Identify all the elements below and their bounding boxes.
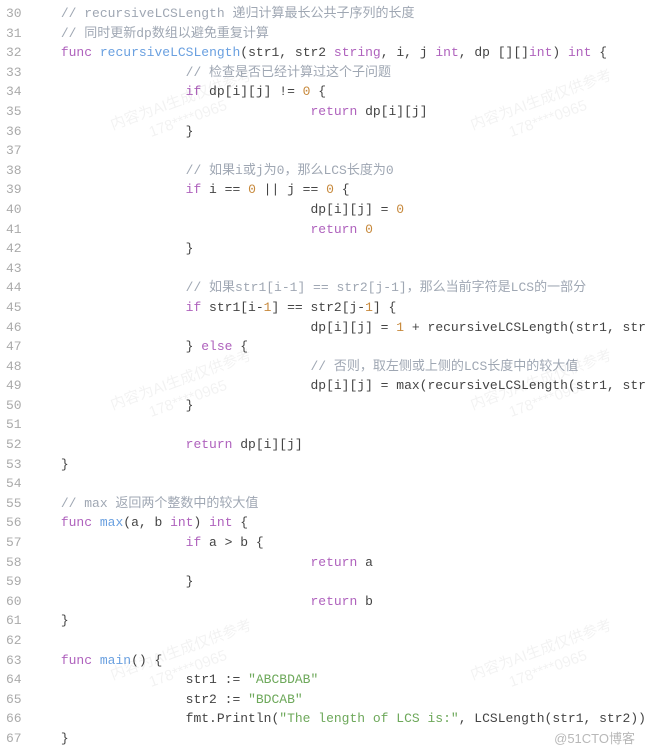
code-line: func max(a, b int) int { [30,513,645,533]
line-number: 62 [6,631,22,651]
line-number: 59 [6,572,22,592]
line-number: 45 [6,298,22,318]
line-number: 37 [6,141,22,161]
line-number: 54 [6,474,22,494]
code-line [30,631,645,651]
footer-watermark: @51CTO博客 [554,729,635,749]
code-line: } [30,611,645,631]
code-line: } [30,455,645,475]
code-line: return 0 [30,220,645,240]
code-content: // recursiveLCSLength 递归计算最长公共子序列的长度 // … [30,0,645,753]
line-number: 52 [6,435,22,455]
line-number: 61 [6,611,22,631]
code-line: dp[i][j] = max(recursiveLCSLength(str1, … [30,376,645,396]
line-number: 65 [6,690,22,710]
line-number: 60 [6,592,22,612]
line-number: 38 [6,161,22,181]
line-number-gutter: 3031323334353637383940414243444546474849… [0,0,30,753]
line-number: 30 [6,4,22,24]
code-line: // 如果i或j为0，那么LCS长度为0 [30,161,645,181]
line-number: 44 [6,278,22,298]
line-number: 49 [6,376,22,396]
line-number: 48 [6,357,22,377]
code-line [30,415,645,435]
line-number: 55 [6,494,22,514]
line-number: 58 [6,553,22,573]
code-line: return a [30,553,645,573]
line-number: 40 [6,200,22,220]
code-line: // 同时更新dp数组以避免重复计算 [30,24,645,44]
code-line: fmt.Println("The length of LCS is:", LCS… [30,709,645,729]
code-line: if a > b { [30,533,645,553]
code-line [30,259,645,279]
line-number: 41 [6,220,22,240]
line-number: 34 [6,82,22,102]
line-number: 42 [6,239,22,259]
code-line: } [30,729,645,749]
code-line: str1 := "ABCBDAB" [30,670,645,690]
line-number: 46 [6,318,22,338]
code-line: dp[i][j] = 1 + recursiveLCSLength(str1, … [30,318,645,338]
line-number: 57 [6,533,22,553]
code-line: return dp[i][j] [30,102,645,122]
code-line: if dp[i][j] != 0 { [30,82,645,102]
line-number: 67 [6,729,22,749]
line-number: 51 [6,415,22,435]
code-line: func recursiveLCSLength(str1, str2 strin… [30,43,645,63]
code-line: func main() { [30,651,645,671]
line-number: 56 [6,513,22,533]
code-line: } [30,122,645,142]
code-line: } [30,239,645,259]
code-line [30,474,645,494]
code-line: if i == 0 || j == 0 { [30,180,645,200]
line-number: 47 [6,337,22,357]
code-line: dp[i][j] = 0 [30,200,645,220]
line-number: 35 [6,102,22,122]
code-line: } else { [30,337,645,357]
code-line: // 如果str1[i-1] == str2[j-1]，那么当前字符是LCS的一… [30,278,645,298]
code-block: 3031323334353637383940414243444546474849… [0,0,645,753]
line-number: 36 [6,122,22,142]
code-line: if str1[i-1] == str2[j-1] { [30,298,645,318]
code-line: return b [30,592,645,612]
line-number: 43 [6,259,22,279]
code-line: // 检查是否已经计算过这个子问题 [30,63,645,83]
line-number: 33 [6,63,22,83]
code-line: } [30,572,645,592]
code-line: return dp[i][j] [30,435,645,455]
line-number: 31 [6,24,22,44]
code-line: str2 := "BDCAB" [30,690,645,710]
line-number: 50 [6,396,22,416]
line-number: 53 [6,455,22,475]
line-number: 66 [6,709,22,729]
line-number: 63 [6,651,22,671]
code-line: // recursiveLCSLength 递归计算最长公共子序列的长度 [30,4,645,24]
code-line: } [30,396,645,416]
code-line [30,141,645,161]
line-number: 64 [6,670,22,690]
line-number: 39 [6,180,22,200]
code-line: // 否则，取左侧或上侧的LCS长度中的较大值 [30,357,645,377]
code-line: // max 返回两个整数中的较大值 [30,494,645,514]
line-number: 32 [6,43,22,63]
